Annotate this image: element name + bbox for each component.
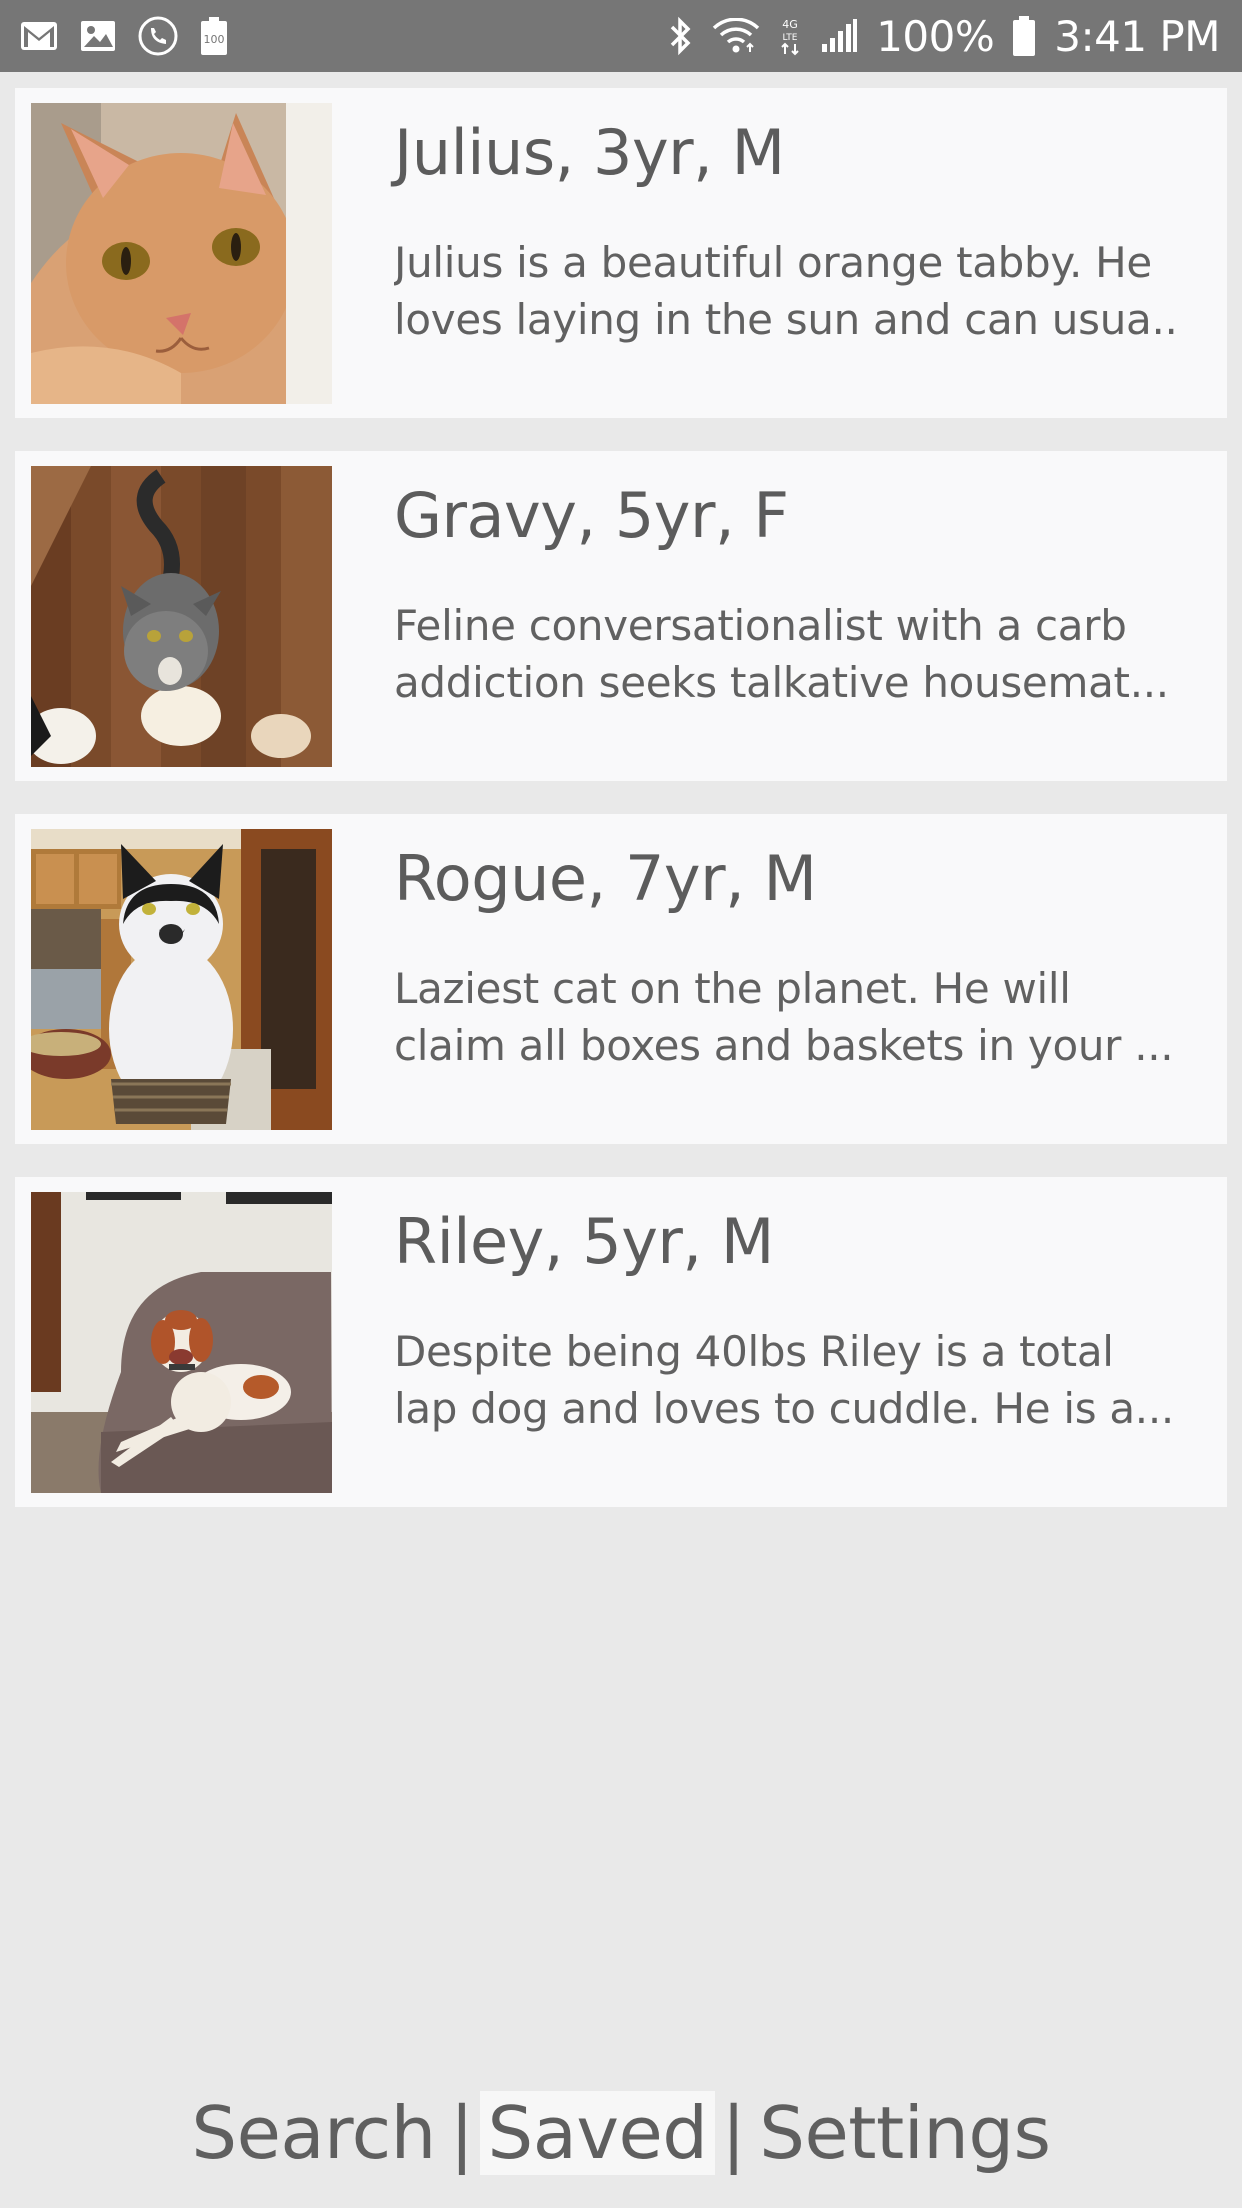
pet-description: Feline conversationalist with a carb add…	[394, 597, 1194, 711]
lte-icon: 4G LTE	[778, 15, 802, 57]
pet-description-line: Feline conversationalist with a carb	[394, 601, 1127, 650]
nav-separator: |	[721, 2091, 746, 2175]
brown-white-dog-on-couch-photo	[31, 1192, 332, 1493]
phone-icon	[138, 16, 178, 56]
pet-card[interactable]: Julius, 3yr, M Julius is a beautiful ora…	[15, 88, 1227, 418]
gray-cat-on-wood-floor-photo	[31, 466, 332, 767]
battery-percent: 100%	[876, 11, 995, 61]
pet-photo	[31, 466, 332, 767]
svg-text:LTE: LTE	[783, 33, 798, 43]
pet-title: Riley, 5yr, M	[394, 1205, 774, 1278]
wifi-icon	[712, 18, 760, 54]
pet-photo	[31, 103, 332, 404]
pet-photo	[31, 1192, 332, 1493]
pet-description-line: Laziest cat on the planet. He will	[394, 964, 1071, 1013]
pet-description: Laziest cat on the planet. He will claim…	[394, 960, 1194, 1074]
battery-saver-icon: 100	[200, 16, 228, 56]
status-bar-right: 4G LTE 100% 3:41 PM	[650, 12, 1220, 61]
pet-description: Julius is a beautiful orange tabby. He l…	[394, 234, 1194, 348]
clock-time: 3:41 PM	[1054, 11, 1220, 61]
pet-description-line: claim all boxes and baskets in your ...	[394, 1021, 1174, 1070]
pet-card[interactable]: Riley, 5yr, M Despite being 40lbs Riley …	[15, 1177, 1227, 1507]
pet-description: Despite being 40lbs Riley is a total lap…	[394, 1323, 1194, 1437]
pet-list: Julius, 3yr, M Julius is a beautiful ora…	[15, 88, 1227, 1540]
nav-search[interactable]: Search	[183, 2091, 443, 2175]
nav-separator: |	[449, 2091, 474, 2175]
bottom-nav: Search | Saved | Settings	[0, 2080, 1242, 2186]
signal-icon	[820, 18, 858, 54]
pet-description-line: Despite being 40lbs Riley is a total	[394, 1327, 1114, 1376]
nav-settings[interactable]: Settings	[751, 2091, 1058, 2175]
pet-description-line: Julius is a beautiful orange tabby. He	[394, 238, 1152, 287]
bluetooth-icon	[668, 16, 694, 56]
black-white-cat-in-kitchen-photo	[31, 829, 332, 1130]
pet-title: Rogue, 7yr, M	[394, 842, 817, 915]
pet-description-line: lap dog and loves to cuddle. He is a...	[394, 1384, 1174, 1433]
pet-title: Julius, 3yr, M	[394, 116, 785, 189]
status-bar: 100 4G LTE 100% 3:41 PM	[0, 0, 1242, 72]
svg-text:100: 100	[204, 33, 225, 46]
gmail-icon	[20, 21, 58, 51]
nav-saved[interactable]: Saved	[479, 2091, 716, 2175]
svg-text:4G: 4G	[782, 18, 798, 31]
pet-card[interactable]: Gravy, 5yr, F Feline conversationalist w…	[15, 451, 1227, 781]
pet-card[interactable]: Rogue, 7yr, M Laziest cat on the planet.…	[15, 814, 1227, 1144]
battery-icon	[1012, 15, 1036, 57]
orange-tabby-cat-photo	[31, 103, 332, 404]
pet-title: Gravy, 5yr, F	[394, 479, 789, 552]
pet-description-line: addiction seeks talkative housemat...	[394, 658, 1169, 707]
gallery-icon	[80, 20, 116, 52]
status-bar-left: 100	[20, 16, 250, 56]
pet-photo	[31, 829, 332, 1130]
pet-description-line: loves laying in the sun and can usua..	[394, 295, 1178, 344]
